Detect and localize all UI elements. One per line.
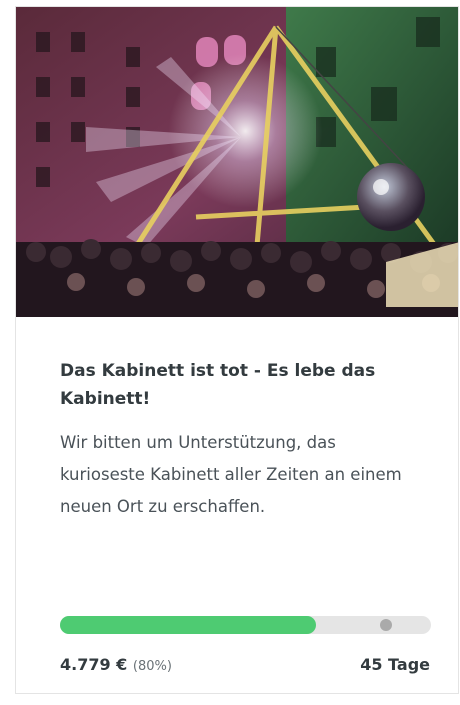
campaign-photo[interactable] — [16, 7, 458, 317]
funding-progress-fill — [60, 616, 316, 634]
funding-amount: 4.779 € (80%) — [60, 655, 172, 674]
campaign-title[interactable]: Das Kabinett ist tot - Es lebe das Kabin… — [60, 357, 420, 413]
days-remaining: 45 Tage — [360, 655, 430, 674]
amount-value: 4.779 € — [60, 655, 128, 674]
funding-progress-bar — [60, 616, 431, 634]
campaign-description: Wir bitten um Unterstützung, das kuriose… — [60, 433, 402, 516]
funding-goal-marker — [380, 619, 392, 631]
amount-percent: (80%) — [132, 659, 172, 674]
campaign-card[interactable]: Das Kabinett ist tot - Es lebe das Kabin… — [15, 6, 459, 694]
